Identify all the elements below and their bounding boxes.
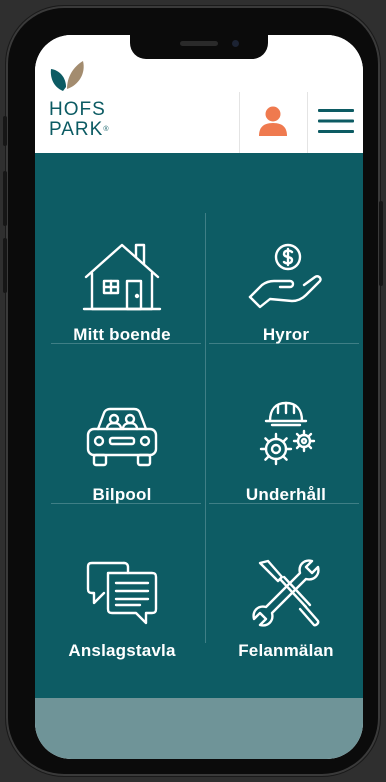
car-icon xyxy=(86,407,158,467)
tile-label: Underhåll xyxy=(245,485,327,504)
main-menu-grid: Mitt boende Hyror Bilpool Underhåll Ansl… xyxy=(35,153,363,698)
tools-icon xyxy=(252,559,320,627)
tile-label: Bilpool xyxy=(92,485,152,504)
tile-label: Anslagstavla xyxy=(68,641,176,660)
mute-switch xyxy=(3,116,7,146)
gears-helmet-icon xyxy=(259,401,316,466)
chat-bubbles-icon xyxy=(86,561,158,625)
brand-name: HOFS PARK® xyxy=(49,100,109,140)
house-icon xyxy=(82,243,162,311)
front-camera xyxy=(232,40,239,47)
tile-label: Hyror xyxy=(262,325,310,344)
header-divider-right xyxy=(307,92,308,153)
footer-bar xyxy=(35,698,363,759)
brand-line1: HOFS xyxy=(49,99,106,120)
user-profile-button[interactable] xyxy=(240,101,306,141)
hamburger-menu-icon xyxy=(318,109,354,133)
phone-frame: HOFS PARK® Mitt boende Hyror Bilpool Und… xyxy=(3,6,383,776)
brand-line2: PARK xyxy=(49,119,104,140)
tile-label: Felanmälan xyxy=(238,641,334,660)
tile-anslagstavla[interactable]: Anslagstavla xyxy=(45,555,199,661)
tile-label: Mitt boende xyxy=(73,325,171,344)
tile-felanmalan[interactable]: Felanmälan xyxy=(209,555,363,661)
brand-line2-wrap: PARK® xyxy=(49,120,109,140)
grid-divider-vertical xyxy=(205,213,206,643)
tile-bilpool[interactable]: Bilpool xyxy=(45,399,199,505)
tile-underhall[interactable]: Underhåll xyxy=(209,399,363,505)
menu-button[interactable] xyxy=(309,101,363,141)
phone-screen: HOFS PARK® Mitt boende Hyror Bilpool Und… xyxy=(35,35,363,759)
power-button xyxy=(379,201,383,286)
brand-logo[interactable] xyxy=(49,59,89,98)
volume-down-button xyxy=(3,238,7,293)
notch xyxy=(130,35,268,59)
user-icon xyxy=(259,106,287,136)
leaf-logo-icon xyxy=(50,61,84,91)
hand-coin-icon xyxy=(248,243,322,309)
tile-mitt-boende[interactable]: Mitt boende xyxy=(45,239,199,345)
speaker-grille xyxy=(180,41,218,46)
tile-hyror[interactable]: Hyror xyxy=(209,239,363,345)
registered-mark: ® xyxy=(103,126,109,133)
volume-up-button xyxy=(3,171,7,226)
